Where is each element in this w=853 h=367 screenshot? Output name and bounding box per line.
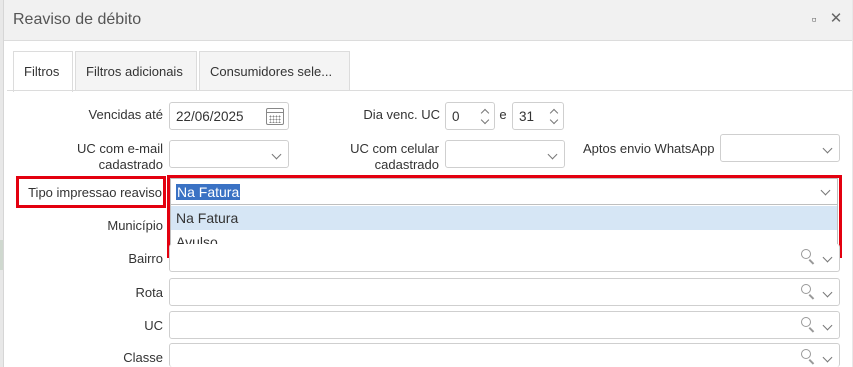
rota-label: Rota [135,285,163,300]
classe-label: Classe [123,350,163,365]
chevron-down-icon[interactable] [822,287,833,298]
vencidas-date-value: 22/06/2025 [176,109,244,124]
chevron-down-icon[interactable] [822,252,833,263]
dia-venc-to-value: 31 [519,109,535,124]
municipio-label: Município [107,218,163,233]
search-icon[interactable] [801,317,815,333]
minimize-icon[interactable]: ▫ [806,10,822,28]
chevron-down-icon [547,149,558,160]
tab-filtros-adicionais[interactable]: Filtros adicionais [75,51,197,90]
search-icon[interactable] [801,349,815,365]
spinner-icon[interactable] [480,107,490,127]
vencidas-date-input[interactable]: 22/06/2025 [169,102,289,130]
search-icon[interactable] [801,284,815,300]
bairro-label: Bairro [128,251,163,266]
chevron-down-icon[interactable] [822,320,833,331]
calendar-icon[interactable] [266,108,284,125]
tab-filtros[interactable]: Filtros [13,51,73,92]
spinner-icon[interactable] [549,107,559,127]
close-icon[interactable]: ✕ [828,10,844,28]
chevron-down-icon [271,149,282,160]
uc-celular-label: UC com celular cadastrado [330,141,439,173]
uc-email-label-line1: UC com e-mail [77,141,163,156]
uc-input[interactable] [169,311,840,339]
chevron-down-icon [822,143,833,154]
classe-input[interactable] [169,343,840,367]
uc-email-label-line2: cadastrado [98,157,163,172]
rota-input[interactable] [169,278,840,306]
window-title: Reaviso de débito [13,11,142,28]
aptos-whatsapp-label: Aptos envio WhatsApp [583,141,715,156]
tab-consumidores-selecionados[interactable]: Consumidores sele... [199,51,350,90]
uc-email-select[interactable] [169,140,289,168]
title-bar: Reaviso de débito ▫ ✕ [4,0,852,41]
vencidas-label: Vencidas até [88,107,163,122]
dia-venc-separator: e [499,107,507,122]
chevron-down-icon[interactable] [822,352,833,363]
dia-venc-to-input[interactable]: 31 [512,102,564,130]
uc-celular-label-line1: UC com celular [350,141,439,156]
uc-email-label: UC com e-mail cadastrado [50,141,163,173]
dia-venc-from-value: 0 [452,109,460,124]
dia-venc-from-input[interactable]: 0 [445,102,495,130]
bairro-input[interactable] [169,244,840,272]
tab-divider [7,90,852,91]
search-icon[interactable] [801,249,815,265]
uc-celular-label-line2: cadastrado [374,157,439,172]
aptos-whatsapp-select[interactable] [720,134,840,162]
dia-venc-label: Dia venc. UC [363,107,440,122]
uc-label: UC [144,318,163,333]
uc-celular-select[interactable] [445,140,565,168]
highlight-label-box [16,176,166,208]
